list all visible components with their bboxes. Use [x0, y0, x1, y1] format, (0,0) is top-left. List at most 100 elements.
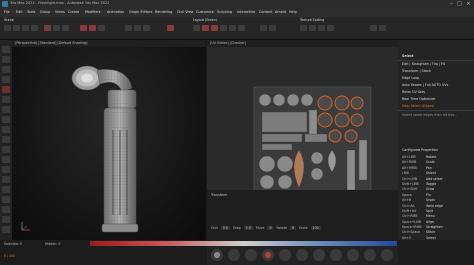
tool-button[interactable] — [125, 25, 132, 31]
tool-icon[interactable] — [2, 186, 10, 193]
field-value[interactable]: 0.0 — [220, 226, 230, 230]
field-value[interactable]: 0 — [289, 226, 296, 230]
tool-icon[interactable] — [364, 249, 376, 261]
tool-button[interactable] — [238, 25, 245, 31]
panel-description: Select some edges then hit this... — [402, 113, 458, 117]
tool-button[interactable] — [193, 25, 200, 31]
key-icon[interactable] — [279, 249, 291, 261]
panel-option[interactable]: Help Select (Edges) — [402, 104, 434, 108]
menu-item[interactable]: Create — [68, 10, 79, 14]
tool-button[interactable] — [220, 25, 227, 31]
minimize-button[interactable]: – — [448, 1, 455, 7]
field-value[interactable]: 100 — [310, 226, 321, 230]
tool-icon[interactable] — [2, 156, 10, 163]
rotate-tool-button[interactable] — [22, 25, 29, 31]
tool-icon[interactable] — [2, 56, 10, 63]
tool-icon[interactable] — [381, 249, 393, 261]
maximize-button[interactable]: □ — [456, 1, 463, 7]
tool-button[interactable] — [89, 25, 96, 31]
menu-item[interactable]: Views — [55, 10, 65, 14]
tool-icon[interactable] — [2, 216, 10, 223]
tool-button[interactable] — [98, 25, 105, 31]
tool-button[interactable] — [269, 25, 276, 31]
tool-icon[interactable] — [2, 116, 10, 123]
tool-icon[interactable] — [2, 136, 10, 143]
uv-editor-viewport[interactable]: [UV Editor] [Checker] — [207, 40, 398, 190]
menu-item[interactable]: File — [4, 10, 10, 14]
tool-icon[interactable] — [330, 249, 342, 261]
close-button[interactable]: × — [465, 1, 472, 7]
panel-option[interactable]: Auto Seams | Full AUTO UVs — [402, 83, 448, 87]
tool-icon[interactable] — [2, 146, 10, 153]
tool-button[interactable] — [379, 25, 386, 31]
menu-item[interactable]: Scripting — [217, 10, 232, 14]
tool-button[interactable] — [143, 25, 150, 31]
tool-icon[interactable] — [2, 76, 10, 83]
menu-item[interactable]: Content — [259, 10, 273, 14]
tool-icon[interactable] — [2, 86, 10, 93]
menu-item[interactable]: Tools — [27, 10, 35, 14]
menu-item[interactable]: Civil View — [177, 10, 193, 14]
tool-button[interactable] — [229, 25, 236, 31]
status-hidden: Hidden: 0 — [45, 242, 61, 246]
field-value[interactable]: 1.0 — [243, 226, 253, 230]
tool-button[interactable] — [62, 25, 69, 31]
tool-icon[interactable] — [313, 249, 325, 261]
uv-layout[interactable] — [207, 40, 398, 190]
tool-button[interactable] — [167, 25, 174, 31]
tool-button[interactable] — [300, 25, 307, 31]
tool-icon[interactable] — [2, 126, 10, 133]
panel-option[interactable]: Edge Loop — [402, 76, 419, 80]
menu-item[interactable]: Rendering — [155, 10, 172, 14]
tool-icon[interactable] — [2, 176, 10, 183]
tool-button[interactable] — [80, 25, 87, 31]
field-label: Grid — [211, 226, 218, 230]
snap-icon[interactable] — [296, 249, 308, 261]
perspective-viewport[interactable]: [Perspective] [Standard] [Default Shadin… — [12, 40, 206, 240]
menu-item[interactable]: Customize — [196, 10, 214, 14]
tool-icon[interactable] — [2, 96, 10, 103]
tool-button[interactable] — [327, 25, 334, 31]
tool-button[interactable] — [370, 25, 377, 31]
panel-option[interactable]: Relax UV Sets — [402, 90, 425, 94]
panel-option[interactable]: Edit | Straighten | Flip | Fit — [402, 62, 445, 66]
tool-button[interactable] — [44, 25, 51, 31]
gear-icon[interactable] — [211, 249, 223, 261]
tool-button[interactable] — [134, 25, 141, 31]
menu-item[interactable]: Help — [289, 10, 297, 14]
record-icon[interactable] — [262, 249, 274, 261]
tool-icon[interactable] — [347, 249, 359, 261]
menu-bar: File Edit Tools Group Views Create Modif… — [0, 9, 474, 17]
tool-button[interactable] — [211, 25, 218, 31]
menu-item[interactable]: Arnold — [275, 10, 286, 14]
menu-item[interactable]: Animation — [107, 10, 124, 14]
tool-icon[interactable] — [2, 226, 10, 233]
stop-icon[interactable] — [245, 249, 257, 261]
play-icon[interactable] — [228, 249, 240, 261]
scale-tool-button[interactable] — [31, 25, 38, 31]
tool-icon[interactable] — [2, 196, 10, 203]
move-tool-button[interactable] — [13, 25, 20, 31]
tool-button[interactable] — [53, 25, 60, 31]
tool-icon[interactable] — [2, 46, 10, 53]
tool-button[interactable] — [318, 25, 325, 31]
tool-icon[interactable] — [2, 106, 10, 113]
field-label: Move — [255, 226, 265, 230]
tool-icon[interactable] — [2, 66, 10, 73]
menu-item[interactable]: Interactive — [237, 10, 255, 14]
tool-icon[interactable] — [2, 166, 10, 173]
field-value[interactable]: 0 — [267, 226, 274, 230]
tool-button[interactable] — [309, 25, 316, 31]
menu-item[interactable]: Modifiers — [85, 10, 100, 14]
panel-option[interactable]: Real Time Optimizer — [402, 97, 435, 101]
tool-button[interactable] — [202, 25, 209, 31]
tool-button[interactable] — [260, 25, 267, 31]
layout-label: Layout (Green) — [193, 18, 217, 22]
select-tool-button[interactable] — [4, 25, 11, 31]
menu-item[interactable]: Edit — [16, 10, 23, 14]
flashlight-model[interactable] — [12, 40, 206, 240]
menu-item[interactable]: Graph Editors — [129, 10, 152, 14]
panel-option[interactable]: Transform | Stack — [402, 69, 431, 73]
menu-item[interactable]: Group — [40, 10, 50, 14]
tool-icon[interactable] — [2, 206, 10, 213]
